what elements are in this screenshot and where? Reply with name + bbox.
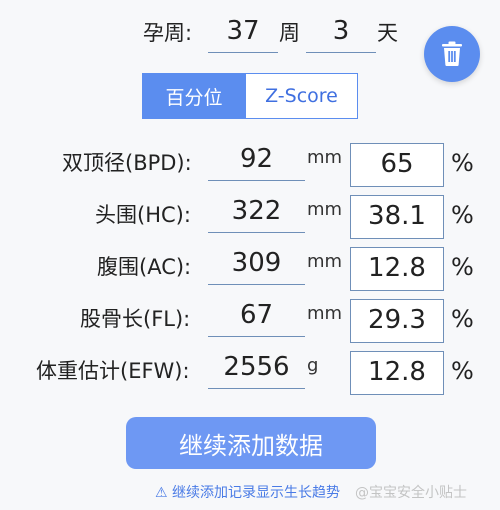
bpd-percent-sign: % bbox=[451, 149, 474, 177]
hc-input[interactable]: 322 bbox=[208, 190, 305, 233]
trash-icon bbox=[442, 41, 462, 66]
efw-input[interactable]: 2556 bbox=[208, 346, 305, 389]
ac-percent-sign: % bbox=[451, 253, 474, 281]
days-unit: 天 bbox=[377, 21, 398, 45]
weeks-unit: 周 bbox=[279, 21, 300, 45]
bpd-label: 双顶径(BPD): bbox=[62, 151, 192, 175]
ac-unit: mm bbox=[307, 251, 343, 272]
bpd-unit: mm bbox=[307, 147, 343, 168]
watermark: @宝宝安全小贴士 bbox=[355, 485, 467, 501]
efw-label: 体重估计(EFW): bbox=[36, 359, 190, 383]
efw-score: 12.8 bbox=[350, 351, 444, 395]
days-input[interactable]: 3 bbox=[306, 10, 376, 53]
trend-hint: ⚠ 继续添加记录显示生长趋势 bbox=[155, 485, 341, 501]
hc-percent-sign: % bbox=[451, 201, 474, 229]
fl-score: 29.3 bbox=[350, 299, 444, 343]
fl-label: 股骨长(FL): bbox=[80, 307, 191, 331]
add-data-button[interactable]: 继续添加数据 bbox=[126, 417, 376, 469]
tab-percentile[interactable]: 百分位 bbox=[142, 73, 246, 119]
gestation-label: 孕周: bbox=[143, 21, 193, 45]
tab-z-score[interactable]: Z-Score bbox=[245, 73, 358, 119]
fl-unit: mm bbox=[307, 303, 343, 324]
bpd-input[interactable]: 92 bbox=[208, 138, 305, 181]
efw-unit: g bbox=[307, 355, 319, 376]
ac-label: 腹围(AC): bbox=[97, 255, 192, 279]
hc-unit: mm bbox=[307, 199, 343, 220]
hc-score: 38.1 bbox=[350, 195, 444, 239]
ac-input[interactable]: 309 bbox=[208, 242, 305, 285]
weeks-input[interactable]: 37 bbox=[208, 10, 278, 53]
ac-score: 12.8 bbox=[350, 247, 444, 291]
fl-input[interactable]: 67 bbox=[208, 294, 305, 337]
efw-percent-sign: % bbox=[451, 357, 474, 385]
fl-percent-sign: % bbox=[451, 305, 474, 333]
bpd-score: 65 bbox=[350, 143, 444, 187]
hc-label: 头围(HC): bbox=[95, 203, 191, 227]
delete-button[interactable] bbox=[424, 26, 480, 82]
